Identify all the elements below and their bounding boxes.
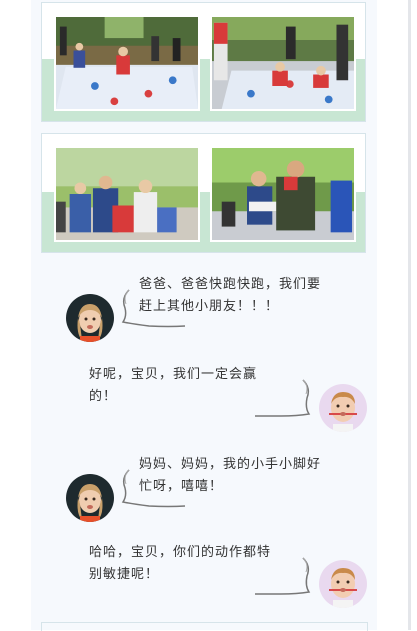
speech-swirl-right (255, 557, 311, 595)
photo-group-1 (41, 2, 366, 122)
chat-line: 爸爸、爸爸快跑快跑，我们要 (139, 277, 322, 292)
chat-message-1-text: 爸爸、爸爸快跑快跑，我们要 赶上其他小朋友！！！ (139, 274, 359, 318)
boy-avatar (319, 560, 367, 608)
article-page[interactable]: 爸爸、爸爸快跑快跑，我们要 赶上其他小朋友！！！ 好呢，宝贝，我们一定会赢 的！ (31, 0, 377, 631)
boy-avatar (319, 384, 367, 432)
chat-line: 赶上其他小朋友！！！ (139, 299, 280, 314)
chat-message-3-text: 妈妈、妈妈，我的小手小脚好 忙呀，嘻嘻！ (139, 454, 364, 498)
chat-line: 忙呀，嘻嘻！ (139, 479, 224, 494)
chat-message-4: 哈哈，宝贝，你们的动作都特 别敏捷呢！ (31, 540, 377, 620)
girl-avatar (66, 474, 114, 522)
photo-hopscotch-1[interactable] (54, 15, 200, 111)
page-edge-shadow (408, 0, 411, 630)
photo-family-race-1[interactable] (54, 146, 200, 242)
chat-line: 妈妈、妈妈，我的小手小脚好 (139, 457, 322, 472)
photo-hopscotch-2[interactable] (210, 15, 356, 111)
speech-swirl-right (255, 379, 311, 417)
chat-message-1: 爸爸、爸爸快跑快跑，我们要 赶上其他小朋友！！！ (31, 272, 377, 352)
girl-avatar (66, 294, 114, 342)
photo-group-2 (41, 133, 366, 253)
photo-family-race-2[interactable] (210, 146, 356, 242)
chat-message-2: 好呢，宝贝，我们一定会赢 的！ (31, 362, 377, 442)
chat-message-3: 妈妈、妈妈，我的小手小脚好 忙呀，嘻嘻！ (31, 452, 377, 532)
